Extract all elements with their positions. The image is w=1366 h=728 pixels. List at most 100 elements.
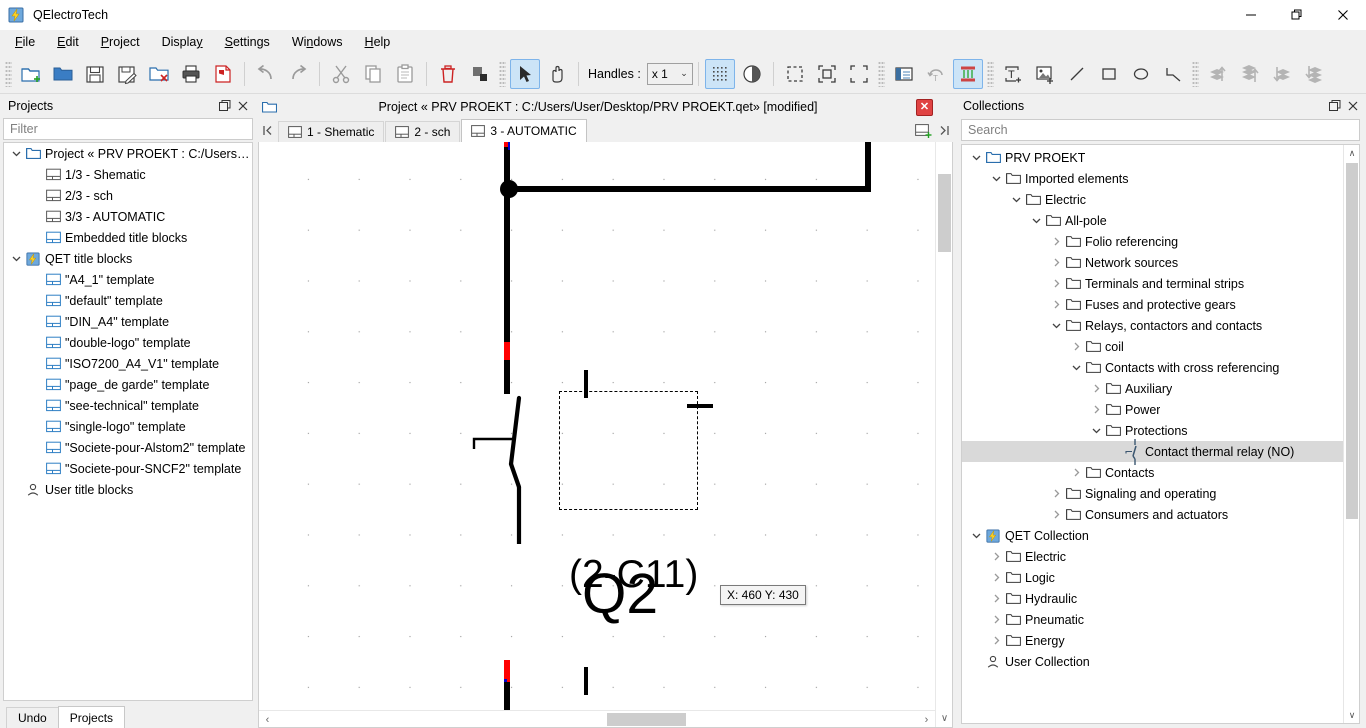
- tab-1-shematic[interactable]: 1 - Shematic: [278, 121, 384, 142]
- tree-item[interactable]: Pneumatic: [962, 609, 1359, 630]
- toolbar-grip[interactable]: [5, 61, 12, 87]
- tree-item[interactable]: Network sources: [962, 252, 1359, 273]
- wire-horizontal-top[interactable]: [509, 186, 871, 192]
- toolbar-grip[interactable]: [499, 61, 506, 87]
- tabs-scroll-next-button[interactable]: [933, 118, 953, 142]
- chevron-down-icon[interactable]: [8, 146, 24, 162]
- tree-item[interactable]: All-pole: [962, 210, 1359, 231]
- tree-item[interactable]: Embedded title blocks: [4, 227, 252, 248]
- tab-3-automatic[interactable]: 3 - AUTOMATIC: [461, 119, 586, 142]
- tree-item[interactable]: Hydraulic: [962, 588, 1359, 609]
- tree-item[interactable]: 2/3 - sch: [4, 185, 252, 206]
- chevron-down-icon[interactable]: [1028, 213, 1044, 229]
- grid-icon[interactable]: [705, 59, 735, 89]
- tree-item[interactable]: Imported elements: [962, 168, 1359, 189]
- zoom-fit-selection-icon[interactable]: [780, 59, 810, 89]
- element-selection-box[interactable]: [559, 391, 698, 510]
- tree-item[interactable]: "Societe-pour-SNCF2" template: [4, 458, 252, 479]
- toolbar-grip[interactable]: [987, 61, 994, 87]
- chevron-right-icon[interactable]: [1048, 276, 1064, 292]
- cut-icon[interactable]: [326, 59, 356, 89]
- chevron-right-icon[interactable]: [988, 633, 1004, 649]
- tree-item[interactable]: Signaling and operating: [962, 483, 1359, 504]
- wire-vertical-lower-2[interactable]: [504, 360, 510, 394]
- menu-windows[interactable]: Windows: [281, 32, 354, 52]
- add-text-icon[interactable]: T: [998, 59, 1028, 89]
- chevron-right-icon[interactable]: [988, 591, 1004, 607]
- chevron-right-icon[interactable]: [988, 549, 1004, 565]
- menu-project[interactable]: Project: [90, 32, 151, 52]
- tree-item[interactable]: "DIN_A4" template: [4, 311, 252, 332]
- chevron-right-icon[interactable]: [1048, 486, 1064, 502]
- rotate-texts-icon[interactable]: T: [921, 59, 951, 89]
- raise-icon[interactable]: [1203, 59, 1233, 89]
- undock-icon[interactable]: [216, 97, 234, 115]
- copy-icon[interactable]: [358, 59, 388, 89]
- element-label-text[interactable]: Q2: [582, 566, 658, 623]
- zoom-fit-page-icon[interactable]: [812, 59, 842, 89]
- draw-ellipse-icon[interactable]: [1126, 59, 1156, 89]
- horizontal-scroll-thumb[interactable]: [607, 713, 686, 726]
- tree-item[interactable]: "default" template: [4, 290, 252, 311]
- chevron-right-icon[interactable]: [1088, 381, 1104, 397]
- tree-item[interactable]: 3/3 - AUTOMATIC: [4, 206, 252, 227]
- print-icon[interactable]: [176, 59, 206, 89]
- tree-item[interactable]: "ISO7200_A4_V1" template: [4, 353, 252, 374]
- tree-item[interactable]: PRV PROEKT: [962, 147, 1359, 168]
- chevron-down-icon[interactable]: [8, 251, 24, 267]
- scroll-right-button[interactable]: ›: [918, 711, 935, 728]
- chevron-down-icon[interactable]: [1088, 423, 1104, 439]
- bring-to-front-icon[interactable]: [465, 59, 495, 89]
- lower-icon[interactable]: [1267, 59, 1297, 89]
- collections-tree[interactable]: PRV PROEKTImported elementsElectricAll-p…: [961, 144, 1360, 724]
- chevron-right-icon[interactable]: [1048, 255, 1064, 271]
- tree-item[interactable]: Contacts: [962, 462, 1359, 483]
- handles-select[interactable]: x 1 ⌄: [647, 63, 693, 85]
- save-icon[interactable]: [80, 59, 110, 89]
- tree-item[interactable]: Relays, contactors and contacts: [962, 315, 1359, 336]
- chevron-right-icon[interactable]: [1088, 402, 1104, 418]
- tree-item[interactable]: "Societe-pour-Alstom2" template: [4, 437, 252, 458]
- terminal-stub-lower[interactable]: [584, 667, 588, 695]
- canvas-horizontal-scrollbar[interactable]: ‹ ›: [259, 710, 935, 727]
- canvas-vertical-scrollbar[interactable]: ∨: [935, 142, 952, 727]
- tree-item[interactable]: Project « PRV PROEKT : C:/Users/User...: [4, 143, 252, 164]
- tree-item[interactable]: Power: [962, 399, 1359, 420]
- chevron-right-icon[interactable]: [1048, 234, 1064, 250]
- vertical-scroll-thumb[interactable]: [938, 174, 951, 252]
- tab-undo[interactable]: Undo: [6, 707, 59, 728]
- collections-scrollbar[interactable]: ∧ ∨: [1343, 145, 1359, 723]
- pan-hand-icon[interactable]: [542, 59, 572, 89]
- chevron-down-icon[interactable]: [1008, 192, 1024, 208]
- menu-edit[interactable]: Edit: [46, 32, 90, 52]
- tree-item[interactable]: QET title blocks: [4, 248, 252, 269]
- wire-vertical-main[interactable]: [504, 142, 510, 347]
- tree-item[interactable]: Electric: [962, 546, 1359, 567]
- tree-item[interactable]: User title blocks: [4, 479, 252, 500]
- tree-item[interactable]: "A4_1" template: [4, 269, 252, 290]
- scroll-down-button[interactable]: ∨: [936, 710, 953, 727]
- tab-projects[interactable]: Projects: [58, 706, 125, 728]
- tree-item[interactable]: "see-technical" template: [4, 395, 252, 416]
- tree-item[interactable]: Energy: [962, 630, 1359, 651]
- collections-scroll-down-button[interactable]: ∨: [1344, 707, 1360, 723]
- tree-item[interactable]: QET Collection: [962, 525, 1359, 546]
- tree-item[interactable]: "double-logo" template: [4, 332, 252, 353]
- chevron-right-icon[interactable]: [1068, 465, 1084, 481]
- filter-input[interactable]: Filter: [3, 118, 253, 140]
- tree-item[interactable]: Electric: [962, 189, 1359, 210]
- minimize-button[interactable]: [1228, 0, 1274, 30]
- save-as-icon[interactable]: [112, 59, 142, 89]
- thermal-relay-contact-element[interactable]: [469, 392, 539, 552]
- chevron-down-icon[interactable]: [1068, 360, 1084, 376]
- close-project-icon[interactable]: [144, 59, 174, 89]
- title-block-icon[interactable]: [889, 59, 919, 89]
- paste-icon[interactable]: [390, 59, 420, 89]
- lower-bottom-icon[interactable]: [1299, 59, 1329, 89]
- raise-top-icon[interactable]: [1235, 59, 1265, 89]
- draw-line-icon[interactable]: [1062, 59, 1092, 89]
- chevron-down-icon[interactable]: [1048, 318, 1064, 334]
- scroll-left-button[interactable]: ‹: [259, 711, 276, 728]
- delete-trash-icon[interactable]: [433, 59, 463, 89]
- schematic-canvas[interactable]: (2-C11) Q2 X: 460 Y: 430: [259, 142, 935, 710]
